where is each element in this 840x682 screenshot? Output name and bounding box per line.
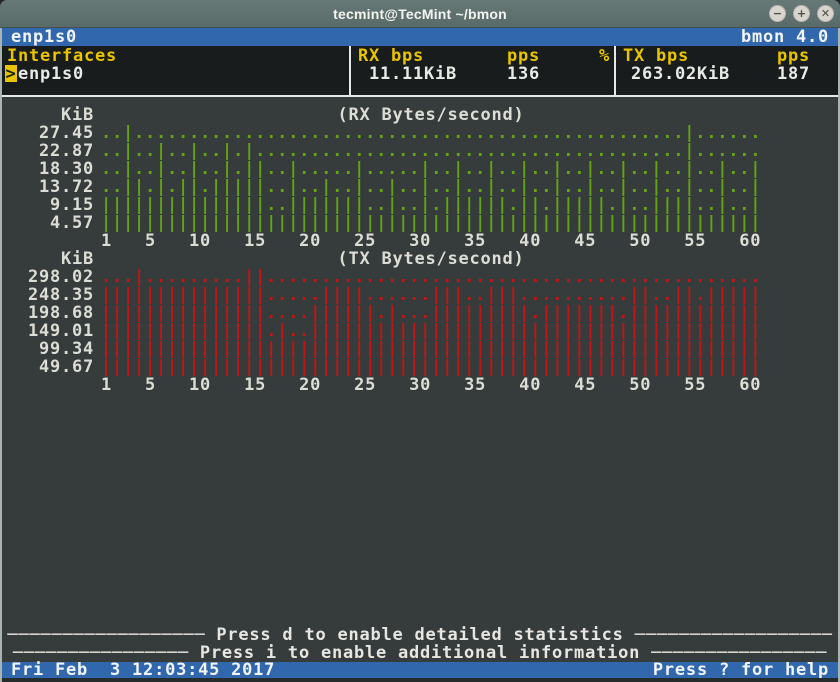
y-axis-tick-label: 22.87 (2, 142, 94, 160)
y-axis-tick-label: 198.68 (2, 304, 94, 322)
app-version-label: bmon 4.0 (741, 28, 829, 46)
tx-bps-value: 263.02KiB (631, 65, 730, 83)
bmon-header-bar: enp1s0 bmon 4.0 (2, 28, 838, 46)
status-datetime: Fri Feb 3 12:03:45 2017 (11, 662, 275, 678)
tx-graph-cells: ...|.........||.........................… (101, 268, 761, 286)
active-interface-label: enp1s0 (11, 28, 77, 46)
rx-graph-row: 27.45 ..|................................… (2, 124, 761, 142)
terminal-content: enp1s0 bmon 4.0 Interfaces RX bps pps % … (0, 28, 840, 682)
y-axis-tick-label: 27.45 (2, 124, 94, 142)
y-axis-tick-label: 9.15 (2, 196, 94, 214)
help-hint: Press ? for help (653, 662, 829, 678)
rx-graph-row: 9.15 |||||||||||||||..|||||||..|..|.|||||… (2, 196, 761, 214)
interfaces-column-header: Interfaces (7, 47, 117, 65)
rx-pps-value: 136 (507, 65, 540, 83)
y-axis-tick-label: 18.30 (2, 160, 94, 178)
tx-bps-column-header: TX bps (623, 47, 689, 65)
rx-graph-cells: ..|..|..|..|.|..........................… (101, 142, 761, 160)
y-axis-tick-label: 248.35 (2, 286, 94, 304)
minimize-button[interactable]: − (769, 5, 786, 22)
tx-graph-row: 248.35 |||||||||||||||.....||||......|||.… (2, 286, 761, 304)
column-divider-left (349, 46, 351, 95)
window-title: tecmint@TecMint ~/bmon (333, 6, 507, 22)
rx-graph-cells: ..|..|..|..|.||..|.....|.....|..|..|..|.… (101, 160, 761, 178)
window-buttons: − + ✕ (769, 5, 834, 22)
rx-pps-column-header: pps (507, 47, 540, 65)
y-axis-unit-label: KiB (2, 106, 94, 124)
tx-graph-cells: ||||||||||||||||||||||||||||||||||||||||… (101, 358, 761, 376)
y-axis-tick-label: 149.01 (2, 322, 94, 340)
tx-pps-column-header: pps (777, 47, 810, 65)
tx-graph-row: 198.68 |||||||||||||||....||||||.|...||||… (2, 304, 761, 322)
y-axis-tick-label: 49.67 (2, 358, 94, 376)
table-separator-line (2, 95, 838, 97)
y-axis-tick-label: 4.57 (2, 214, 94, 232)
y-axis-unit-label: KiB (2, 250, 94, 268)
percent-column-header: % (599, 47, 610, 65)
tx-graph-title: (TX Bytes/second) (101, 250, 761, 268)
rx-bps-value: 11.11KiB (369, 65, 457, 83)
tx-graph-cells: |||||||||||||||....||||||.|...|||||||||.… (101, 304, 761, 322)
tx-graph-cells: |||||||||||||||.|..|||||||||||||||||||||… (101, 322, 761, 340)
y-axis-tick-label: 13.72 (2, 178, 94, 196)
tx-graph-row: 298.02 ...|.........||...................… (2, 268, 761, 286)
window-titlebar[interactable]: tecmint@TecMint ~/bmon − + ✕ (0, 0, 840, 28)
bottom-border-strip (2, 678, 838, 682)
tx-graph-cells: ||||||||||||||||||||||||||||||||||||||||… (101, 340, 761, 358)
x-axis-tick-labels: 1 5 10 15 20 25 30 35 40 45 50 55 60 (101, 232, 761, 250)
tx-graph-row: 49.67 |||||||||||||||||||||||||||||||||||… (2, 358, 761, 376)
rx-x-axis: 1 5 10 15 20 25 30 35 40 45 50 55 60 (2, 232, 761, 250)
tx-graph-row: 149.01 |||||||||||||||.|..|||||||||||||||… (2, 322, 761, 340)
status-bar: Fri Feb 3 12:03:45 2017 Press ? for help (2, 662, 838, 678)
terminal-window: tecmint@TecMint ~/bmon − + ✕ enp1s0 bmon… (0, 0, 840, 682)
rx-graph-row: 13.72 ..||.|.||.|||||..|..|..|..|..|..|..… (2, 178, 761, 196)
rx-graph-cells: |||||||||||||||..|||||||..|..|.||||||.||… (101, 196, 761, 214)
tx-graph-cells: |||||||||||||||.....||||......|||..|||..… (101, 286, 761, 304)
rx-graph-header: KiB (RX Bytes/second) (2, 106, 761, 124)
y-axis-tick-label: 99.34 (2, 340, 94, 358)
column-divider-right (614, 46, 616, 95)
rx-bps-column-header: RX bps (358, 47, 424, 65)
close-button[interactable]: ✕ (817, 5, 834, 22)
tx-x-axis: 1 5 10 15 20 25 30 35 40 45 50 55 60 (2, 376, 761, 394)
tx-graph-row: 99.34 |||||||||||||||||||||||||||||||||||… (2, 340, 761, 358)
rx-graph-row: 18.30 ..|..|..|..|.||..|.....|.....|..|..… (2, 160, 761, 178)
hint-detailed-statistics: ────────────────── Press d to enable det… (2, 626, 838, 644)
tx-graph-header: KiB (TX Bytes/second) (2, 250, 761, 268)
rx-graph-cells: ..||.|.||.|||||..|..|..|..|..|..|..|..|.… (101, 178, 761, 196)
maximize-button[interactable]: + (793, 5, 810, 22)
rx-graph-title: (RX Bytes/second) (101, 106, 761, 124)
rx-graph-row: 4.57 ||||||||||||||||||||||||||||||||||||… (2, 214, 761, 232)
interface-name: enp1s0 (18, 65, 84, 83)
tx-pps-value: 187 (777, 65, 810, 83)
rx-graph-row: 22.87 ..|..|..|..|.|.....................… (2, 142, 761, 160)
x-axis-tick-labels: 1 5 10 15 20 25 30 35 40 45 50 55 60 (101, 376, 761, 394)
rx-graph-cells: ||||||||||||||||||||||||||||||||||||||||… (101, 214, 761, 232)
selection-cursor: > (5, 65, 17, 82)
y-axis-tick-label: 298.02 (2, 268, 94, 286)
rx-graph-cells: ..|.....................................… (101, 124, 761, 142)
